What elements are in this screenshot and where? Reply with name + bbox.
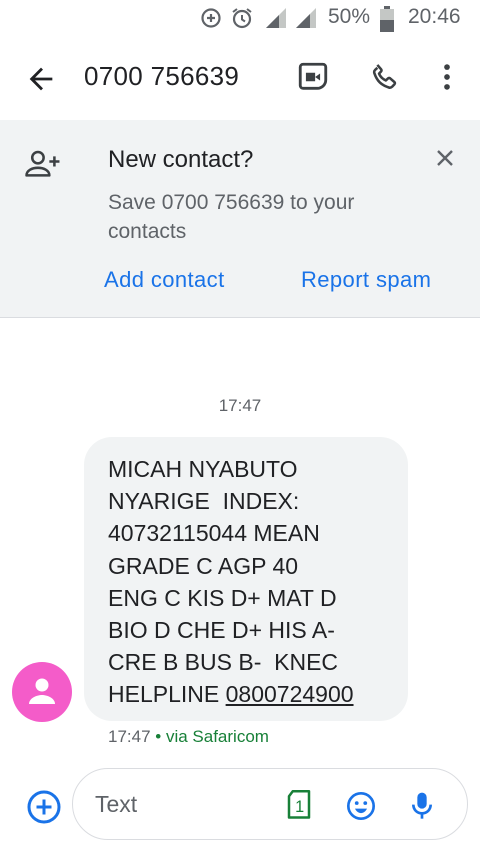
- phone-icon[interactable]: [368, 60, 402, 94]
- status-bar: 50% 20:46: [0, 0, 480, 38]
- add-contact-button[interactable]: Add contact: [104, 267, 225, 293]
- back-arrow-icon[interactable]: [24, 62, 58, 96]
- video-call-icon[interactable]: [296, 60, 330, 94]
- compose-input[interactable]: Text: [95, 791, 137, 818]
- message-line: CRE B BUS B- KNEC: [108, 649, 339, 676]
- message-line: BIO D CHE D+ HIS A-: [108, 617, 335, 644]
- emoji-icon[interactable]: [345, 790, 377, 822]
- message-meta: 17:47 • via Safaricom: [108, 727, 269, 747]
- more-vert-icon[interactable]: [430, 60, 464, 94]
- data-saver-icon: [201, 8, 221, 28]
- message-timestamp: 17:47: [218, 396, 262, 415]
- sim-icon[interactable]: 1: [285, 790, 313, 820]
- new-contact-banner: New contact? Save 0700 756639 to your co…: [0, 120, 480, 318]
- conversation-title: 0700 756639: [84, 61, 240, 91]
- report-spam-button[interactable]: Report spam: [301, 267, 431, 293]
- message-line: ENG C KIS D+ MAT D: [108, 584, 337, 611]
- message-line: HELPLINE: [108, 681, 226, 708]
- compose-field[interactable]: Text 1: [72, 768, 468, 840]
- meta-separator: •: [150, 727, 166, 746]
- meta-carrier: via Safaricom: [165, 727, 269, 746]
- add-circle-icon[interactable]: [26, 789, 62, 825]
- message-bubble[interactable]: MICAH NYABUTO NYARIGE INDEX: 40732115044…: [84, 437, 408, 721]
- battery-percent: 50%: [328, 5, 371, 28]
- app-bar: 0700 756639: [0, 40, 480, 114]
- meta-time: 17:47: [108, 727, 151, 746]
- message-line: GRADE C AGP 40: [108, 552, 299, 579]
- message-line: NYARIGE INDEX:: [108, 488, 300, 515]
- sim-number: 1: [295, 798, 304, 816]
- message-last-line: HELPLINE 0800724900: [108, 678, 398, 710]
- person-icon: [29, 678, 55, 704]
- person-add-icon: [25, 150, 60, 177]
- battery-icon: [380, 6, 394, 32]
- helpline-phone-link[interactable]: 0800724900: [226, 681, 354, 707]
- mic-icon[interactable]: [408, 790, 436, 822]
- banner-body: Save 0700 756639 to your contacts: [108, 191, 355, 243]
- status-clock: 20:46: [408, 5, 461, 28]
- alarm-icon: [232, 8, 252, 29]
- banner-title: New contact?: [108, 146, 254, 173]
- message-line: 40732115044 MEAN: [108, 520, 320, 547]
- signal-icon: [296, 8, 316, 28]
- avatar[interactable]: [12, 662, 72, 722]
- close-icon[interactable]: [433, 146, 457, 170]
- signal-icon: [266, 8, 286, 28]
- message-line: MICAH NYABUTO: [108, 456, 298, 482]
